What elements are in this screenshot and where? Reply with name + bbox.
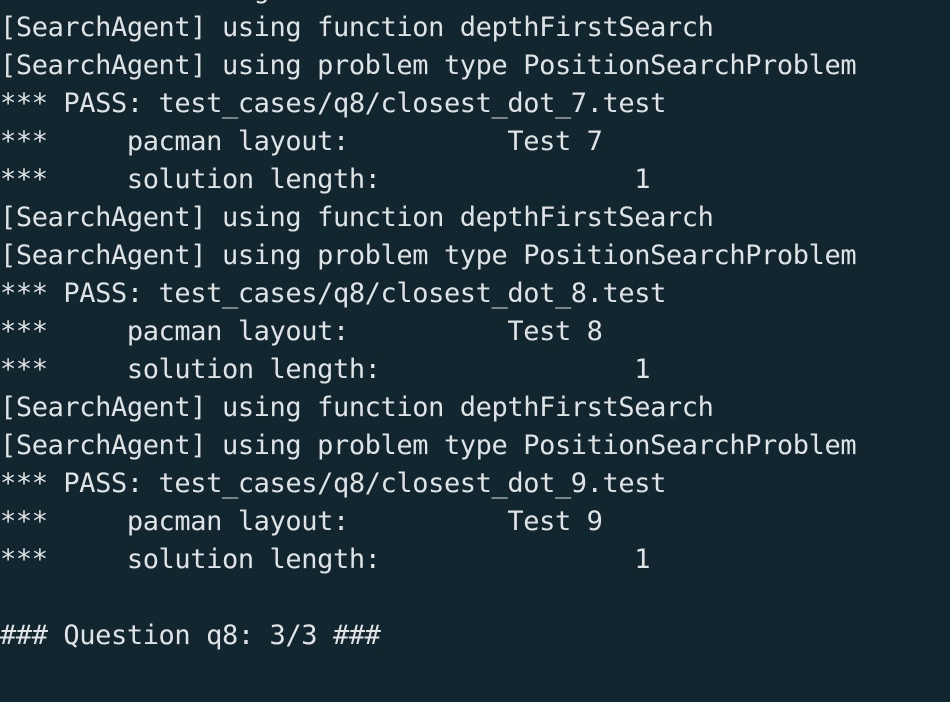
terminal-window[interactable]: *** solution length: [SearchAgent] using… <box>0 0 950 702</box>
terminal-line: *** solution length: 1 <box>0 164 651 195</box>
terminal-output: *** solution length: [SearchAgent] using… <box>0 0 857 693</box>
terminal-line: [SearchAgent] using function depthFirstS… <box>0 392 714 423</box>
terminal-line: *** PASS: test_cases/q8/closest_dot_7.te… <box>0 88 666 119</box>
terminal-line: ### Question q8: 3/3 ### <box>0 620 381 651</box>
terminal-line: [SearchAgent] using problem type Positio… <box>0 430 857 461</box>
terminal-line: *** pacman layout: Test 8 <box>0 316 603 347</box>
terminal-line: *** solution length: 1 <box>0 354 651 385</box>
terminal-line: [SearchAgent] using problem type Positio… <box>0 240 857 271</box>
terminal-line: [SearchAgent] using problem type Positio… <box>0 50 857 81</box>
terminal-line: [SearchAgent] using function depthFirstS… <box>0 12 714 43</box>
terminal-line: [SearchAgent] using function depthFirstS… <box>0 202 714 233</box>
terminal-line: *** solution length: 1 <box>0 544 651 575</box>
terminal-line: *** solution length: <box>0 0 856 9</box>
terminal-line: *** pacman layout: Test 7 <box>0 126 603 157</box>
terminal-line: *** pacman layout: Test 9 <box>0 506 603 537</box>
terminal-line: *** PASS: test_cases/q8/closest_dot_8.te… <box>0 278 666 309</box>
terminal-line: *** PASS: test_cases/q8/closest_dot_9.te… <box>0 468 666 499</box>
